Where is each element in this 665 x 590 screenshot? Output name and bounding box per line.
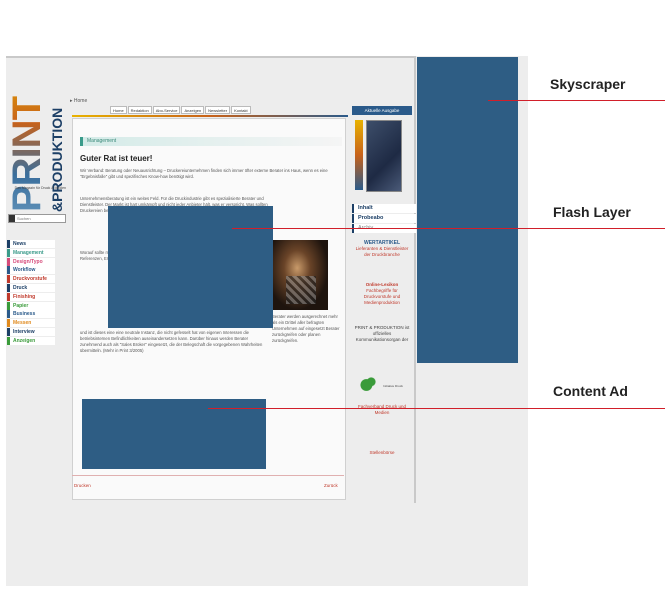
partner-logo-icon[interactable] [360, 377, 376, 393]
magazine-cover-image[interactable] [366, 120, 402, 192]
tab-anzeigen[interactable]: Anzeigen [181, 106, 205, 114]
breadcrumb[interactable]: ▸ Home [70, 98, 87, 104]
sidebar-item-anzeigen[interactable]: Anzeigen [7, 336, 55, 345]
fachverband-link[interactable]: Fachverband Druck und Medien [352, 404, 412, 416]
sidebar-item-management[interactable]: Management [7, 248, 55, 257]
logo-tagline: Das Magazin für Druck & Medien [14, 186, 66, 190]
search-placeholder: Suchen [17, 216, 31, 221]
skyscraper-callout-line [488, 100, 665, 101]
section-title: Management [80, 137, 342, 146]
partner-subtext: Initiative Druck [383, 384, 403, 388]
tab-newsletter[interactable]: Newsletter [205, 106, 231, 114]
sidebar-item-papier[interactable]: Papier [7, 301, 55, 310]
sidebar-item-design-typo[interactable]: Design/Typo [7, 257, 55, 266]
sidebar-item-business[interactable]: Business [7, 310, 55, 319]
flash-layer-callout-line [232, 228, 665, 229]
print-link[interactable]: Drucken [74, 483, 91, 488]
article-paragraph-right: Berater werden ausgerechnet mehr als ein… [272, 314, 340, 343]
wertartikel-text: Lieferanten & Dienstleister der Druckbra… [355, 246, 409, 257]
sidebar-nav: News Management Design/Typo Workflow Dru… [7, 240, 55, 346]
inhalt-link[interactable]: Inhalt [352, 204, 416, 213]
breadcrumb-home[interactable]: Home [74, 98, 87, 104]
top-navigation: Home Redaktion Abo-Service Anzeigen News… [110, 106, 251, 114]
content-ad[interactable] [82, 399, 266, 469]
stellenboerse-link[interactable]: Stellenbörse [352, 450, 412, 456]
sidebar-item-finishing[interactable]: Finishing [7, 292, 55, 301]
sidebar-item-messen[interactable]: Messen [7, 319, 55, 328]
wertartikel-block[interactable]: WERTARTIKEL Lieferanten & Dienstleister … [352, 240, 412, 258]
sidebar-item-news[interactable]: News [7, 240, 55, 248]
tab-kontakt[interactable]: Kontakt [231, 106, 251, 114]
sidebar-item-workflow[interactable]: Workflow [7, 266, 55, 275]
search-go-icon[interactable] [9, 215, 15, 222]
flash-layer-ad[interactable] [108, 206, 273, 328]
current-issue-badge[interactable]: Aktuelle Ausgabe [352, 106, 412, 115]
content-footer-rule [72, 475, 344, 476]
skyscraper-ad[interactable] [417, 57, 518, 363]
tab-abo-service[interactable]: Abo-Service [152, 106, 181, 114]
probeabo-link[interactable]: Probeabo [352, 214, 416, 223]
article-photo [272, 240, 328, 310]
search-input[interactable]: Suchen [8, 214, 66, 223]
article-lead: Wir Verband: Beratung oder Neuausrichtun… [80, 168, 328, 179]
sidebar-item-druckvorstufe[interactable]: Druckvorstufe [7, 275, 55, 284]
skyscraper-label: Skyscraper [550, 76, 626, 92]
sidebar-item-druck[interactable]: Druck [7, 283, 55, 292]
tab-redaktion[interactable]: Redaktion [127, 106, 152, 114]
cover-spine [355, 120, 363, 190]
content-ad-callout-line [208, 408, 665, 409]
online-lexikon-block[interactable]: Online-Lexikon Fachbegriffe für Druckvor… [352, 282, 412, 306]
back-link[interactable]: Zurück [324, 483, 338, 488]
online-lexikon-text: Fachbegriffe für Druckvorstufe und Medie… [363, 288, 401, 305]
article-headline: Guter Rat ist teuer! [80, 154, 153, 163]
article-paragraph-3: und ist dieses eine eine neutrale Instan… [80, 330, 263, 353]
flash-layer-label: Flash Layer [553, 204, 631, 220]
partner-text: PRINT & PRODUKTION ist offizielles Kommu… [354, 325, 410, 342]
tab-home[interactable]: Home [110, 106, 127, 114]
content-ad-label: Content Ad [553, 383, 628, 399]
header-color-rule [72, 115, 348, 117]
sidebar-item-interview[interactable]: Interview [7, 327, 55, 336]
